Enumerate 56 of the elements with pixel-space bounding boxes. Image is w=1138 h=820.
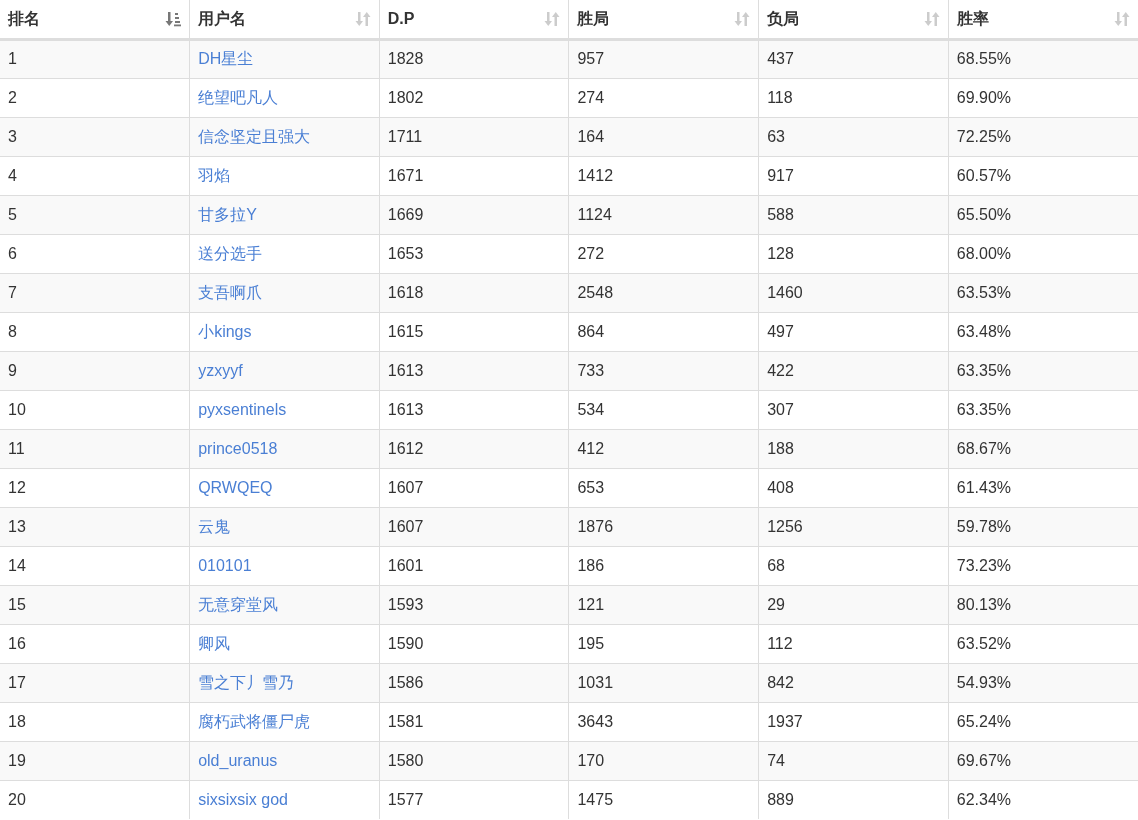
column-header[interactable]: D.P [379, 0, 569, 39]
username-link[interactable]: old_uranus [198, 751, 278, 769]
table-cell: 1577 [379, 780, 569, 819]
table-cell: 15 [0, 585, 190, 624]
column-header-label: 胜率 [956, 8, 989, 29]
table-cell: 3 [0, 117, 190, 156]
username-link[interactable]: 010101 [198, 556, 252, 574]
table-cell: 6 [0, 234, 190, 273]
table-cell: 11 [0, 429, 190, 468]
table-cell: 8 [0, 312, 190, 351]
table-cell: 2 [0, 78, 190, 117]
username-link[interactable]: 送分选手 [198, 244, 263, 262]
table-cell: 20 [0, 780, 190, 819]
username-link[interactable]: 雪之下丿雪乃 [198, 673, 295, 691]
table-cell: 17 [0, 663, 190, 702]
table-cell: 1475 [568, 780, 759, 819]
username-link[interactable]: 腐朽武将僵尸虎 [198, 712, 311, 730]
table-cell: 4 [0, 156, 190, 195]
column-header[interactable]: 排名 [0, 0, 190, 39]
username-link[interactable]: yzxyyf [198, 361, 243, 379]
column-header[interactable]: 负局 [758, 0, 949, 39]
username-link[interactable]: 无意穿堂风 [198, 595, 279, 613]
table-cell: 13 [0, 507, 190, 546]
column-header-label: D.P [387, 8, 415, 29]
column-header-label: 排名 [8, 8, 40, 29]
column-header[interactable]: 胜率 [948, 0, 1138, 39]
table-cell: 14 [0, 546, 190, 585]
username-link[interactable]: pyxsentinels [198, 400, 287, 418]
username-link[interactable]: prince0518 [198, 439, 278, 457]
table-cell: 9 [0, 351, 190, 390]
username-link[interactable]: 信念坚定且强大 [198, 127, 311, 145]
username-link[interactable]: 羽焰 [198, 166, 231, 184]
username-link[interactable]: 甘多拉Y [198, 205, 257, 223]
username-link[interactable]: sixsixsix god [198, 790, 288, 808]
username-link[interactable]: 支吾啊爪 [198, 283, 263, 301]
table-cell: 889 [758, 780, 949, 819]
table-cell: 16 [0, 624, 190, 663]
table-cell: 1 [0, 39, 190, 78]
username-link[interactable]: 卿风 [198, 634, 231, 652]
column-header-label: 负局 [767, 8, 800, 29]
username-link[interactable]: QRWQEQ [198, 478, 273, 496]
username-link[interactable]: DH星尘 [198, 50, 254, 67]
table-cell: 62.34% [948, 780, 1138, 819]
table-cell: 18 [0, 702, 190, 741]
table-cell: 12 [0, 468, 190, 507]
column-header-label: 胜局 [577, 8, 610, 29]
username-link[interactable]: 小kings [198, 322, 252, 340]
table-cell: 10 [0, 390, 190, 429]
column-header-label: 用户名 [198, 8, 247, 29]
table-cell: 5 [0, 195, 190, 234]
column-header[interactable]: 用户名 [189, 0, 380, 39]
table-cell: 19 [0, 741, 190, 780]
column-header[interactable]: 胜局 [568, 0, 759, 39]
username-link[interactable]: 云鬼 [198, 517, 231, 535]
username-link[interactable]: 绝望吧凡人 [198, 88, 279, 106]
table-cell: 7 [0, 273, 190, 312]
